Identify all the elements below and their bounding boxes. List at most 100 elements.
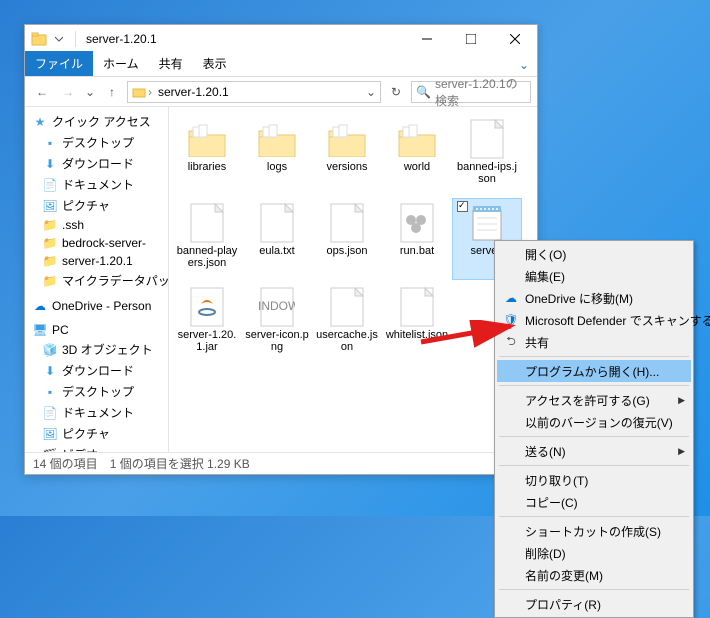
menu-label: Microsoft Defender でスキャンする... <box>525 312 710 329</box>
file-label: banned-ips.json <box>453 161 521 185</box>
context-menu-item[interactable]: プロパティ(R) <box>497 593 691 615</box>
svg-text:WINDOWS: WINDOWS <box>259 299 295 313</box>
file-item[interactable]: usercache.json <box>313 283 381 363</box>
context-menu-item[interactable]: 🛡Microsoft Defender でスキャンする... <box>497 309 691 331</box>
desktop-icon: ▪ <box>43 385 57 399</box>
context-menu-item[interactable]: 切り取り(T) <box>497 469 691 491</box>
context-menu: 開く(O) 編集(E) ☁OneDrive に移動(M)🛡Microsoft Def… <box>494 240 694 618</box>
file-item[interactable]: versions <box>313 115 381 195</box>
search-input[interactable]: 🔍 server-1.20.1の検索 <box>411 81 531 103</box>
file-label: world <box>402 161 432 173</box>
file-item[interactable]: logs <box>243 115 311 195</box>
context-menu-item[interactable]: 送る(N)▶ <box>497 440 691 462</box>
file-icon <box>324 203 370 243</box>
context-menu-item[interactable]: 以前のバージョンの復元(V) <box>497 411 691 433</box>
file-item[interactable]: world <box>383 115 451 195</box>
recent-dropdown[interactable]: ⌄ <box>83 81 97 103</box>
sidebar-item[interactable]: 📄ドキュメント <box>25 174 168 195</box>
folder-icon: 📁 <box>43 274 57 288</box>
file-explorer-window: server-1.20.1 ファイル ホーム 共有 表示 ⌄ ← → ⌄ ↑ ›… <box>24 24 538 475</box>
folder-icon: 📁 <box>43 236 57 250</box>
sidebar-quick-access[interactable]: ★ クイック アクセス <box>25 111 168 132</box>
window-title: server-1.20.1 <box>86 32 157 46</box>
refresh-button[interactable]: ↻ <box>385 81 407 103</box>
menu-label: プログラムから開く(H)... <box>525 363 659 380</box>
address-bar[interactable]: › server-1.20.1 ⌄ <box>127 81 381 103</box>
checkbox-icon[interactable] <box>457 201 468 212</box>
sidebar-pc[interactable]: 🖥PC <box>25 321 168 339</box>
context-menu-item[interactable]: コピー(C) <box>497 491 691 513</box>
file-item[interactable]: server-1.20.1.jar <box>173 283 241 363</box>
sidebar-item[interactable]: 🎬ビデオ <box>25 444 168 452</box>
file-item[interactable]: whitelist.json <box>383 283 451 363</box>
search-icon: 🔍 <box>416 85 431 99</box>
file-item[interactable]: WINDOWS server-icon.png <box>243 283 311 363</box>
sidebar-item[interactable]: ▪デスクトップ <box>25 381 168 402</box>
address-dropdown-icon[interactable]: ⌄ <box>366 85 376 99</box>
context-menu-item[interactable]: ☁OneDrive に移動(M) <box>497 287 691 309</box>
breadcrumb-current[interactable]: server-1.20.1 <box>154 85 233 99</box>
folder-icon <box>254 119 300 159</box>
sidebar-item[interactable]: 🖼ピクチャ <box>25 195 168 216</box>
file-icon <box>324 287 370 327</box>
file-item[interactable]: ops.json <box>313 199 381 279</box>
context-menu-item[interactable]: 削除(D) <box>497 542 691 564</box>
tab-share[interactable]: 共有 <box>149 51 193 76</box>
maximize-button[interactable] <box>449 25 493 53</box>
statusbar: 14 個の項目 1 個の項目を選択 1.29 KB <box>25 452 537 474</box>
back-button[interactable]: ← <box>31 81 53 103</box>
file-item[interactable]: banned-players.json <box>173 199 241 279</box>
sidebar-item[interactable]: 📁マイクラデータパッ <box>25 270 168 291</box>
sidebar-onedrive[interactable]: ☁OneDrive - Person <box>25 297 168 315</box>
minimize-button[interactable] <box>405 25 449 53</box>
file-item[interactable]: banned-ips.json <box>453 115 521 195</box>
up-button[interactable]: ↑ <box>101 81 123 103</box>
picture-icon: 🖼 <box>43 199 57 213</box>
file-label: libraries <box>186 161 229 173</box>
sidebar-item[interactable]: 📁.ssh <box>25 216 168 234</box>
menu-label: 削除(D) <box>525 545 566 562</box>
menu-label: 開く(O) <box>525 246 566 263</box>
sidebar-item[interactable]: 📁bedrock-server- <box>25 234 168 252</box>
close-button[interactable] <box>493 25 537 53</box>
file-label: whitelist.json <box>384 329 450 341</box>
pc-icon: 🖥 <box>33 323 47 337</box>
download-icon: ⬇ <box>43 364 57 378</box>
menu-label: 編集(E) <box>525 268 565 285</box>
selection-info: 1 個の項目を選択 1.29 KB <box>110 455 250 472</box>
sidebar-item[interactable]: 📁server-1.20.1 <box>25 252 168 270</box>
tab-home[interactable]: ホーム <box>93 51 149 76</box>
sidebar-item[interactable]: ▪デスクトップ <box>25 132 168 153</box>
menu-label: 以前のバージョンの復元(V) <box>525 414 673 431</box>
forward-button[interactable]: → <box>57 81 79 103</box>
file-label: server-icon.png <box>243 329 311 353</box>
context-menu-item[interactable]: 開く(O) <box>497 243 691 265</box>
context-menu-item[interactable]: 編集(E) <box>497 265 691 287</box>
tab-view[interactable]: 表示 <box>193 51 237 76</box>
tab-file[interactable]: ファイル <box>25 51 93 76</box>
sidebar-item[interactable]: ⬇ダウンロード <box>25 153 168 174</box>
context-menu-item[interactable]: アクセスを許可する(G)▶ <box>497 389 691 411</box>
help-button[interactable]: ⌄ <box>511 54 537 76</box>
context-menu-item[interactable]: 名前の変更(M) <box>497 564 691 586</box>
context-menu-item[interactable]: ショートカットの作成(S) <box>497 520 691 542</box>
file-item[interactable]: eula.txt <box>243 199 311 279</box>
file-list[interactable]: libraries logs versions world banned-ips.jso… <box>169 107 537 452</box>
dropdown-icon[interactable] <box>51 31 67 47</box>
3d-icon: 🧊 <box>43 343 57 357</box>
download-icon: ⬇ <box>43 157 57 171</box>
menu-label: 名前の変更(M) <box>525 567 603 584</box>
sidebar-item[interactable]: 🖼ピクチャ <box>25 423 168 444</box>
onedrive-icon: ☁ <box>33 299 47 313</box>
context-menu-item[interactable]: ⮌共有 <box>497 331 691 353</box>
document-icon: 📄 <box>43 406 57 420</box>
sidebar-item[interactable]: ⬇ダウンロード <box>25 360 168 381</box>
context-menu-item[interactable]: プログラムから開く(H)... <box>497 360 691 382</box>
sidebar-item[interactable]: 🧊3D オブジェクト <box>25 339 168 360</box>
folder-icon <box>31 31 47 47</box>
file-icon <box>254 203 300 243</box>
sidebar-item[interactable]: 📄ドキュメント <box>25 402 168 423</box>
file-item[interactable]: libraries <box>173 115 241 195</box>
file-label: logs <box>265 161 289 173</box>
file-item[interactable]: run.bat <box>383 199 451 279</box>
